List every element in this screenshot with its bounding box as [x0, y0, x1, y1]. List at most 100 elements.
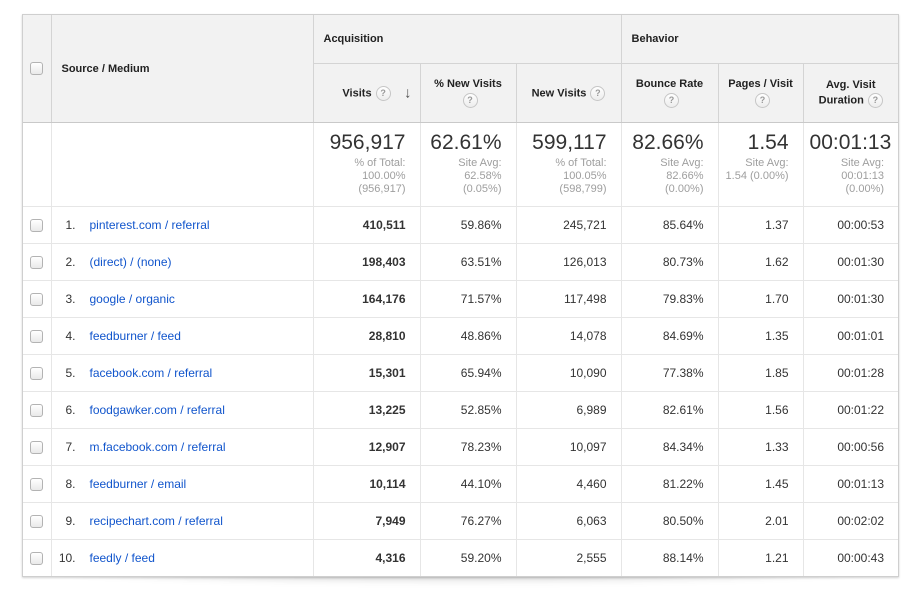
new-visits-cell: 6,989	[516, 392, 621, 429]
source-medium-cell: 10. feedly / feed	[51, 540, 313, 577]
bounce-rate-cell: 77.38%	[621, 355, 718, 392]
bounce-rate-cell: 84.69%	[621, 318, 718, 355]
row-checkbox-cell	[23, 540, 51, 577]
source-medium-link[interactable]: pinterest.com / referral	[90, 218, 210, 232]
row-checkbox[interactable]	[30, 256, 43, 269]
column-header-avg-visit-duration[interactable]: Avg. Visit Duration?	[803, 64, 898, 123]
summary-row: 956,917 % of Total: 100.00% (956,917) 62…	[23, 123, 898, 207]
row-checkbox[interactable]	[30, 478, 43, 491]
avg-visit-duration-cell: 00:00:43	[803, 540, 898, 577]
help-icon[interactable]: ?	[463, 93, 478, 108]
source-medium-cell: 5. facebook.com / referral	[51, 355, 313, 392]
summary-new-visits: 599,117 % of Total: 100.05% (598,799)	[516, 123, 621, 207]
row-rank: 6.	[54, 403, 76, 417]
select-all-checkbox[interactable]	[30, 62, 43, 75]
source-medium-link[interactable]: feedburner / feed	[90, 329, 181, 343]
avg-visit-duration-cell: 00:00:53	[803, 207, 898, 244]
pages-visit-cell: 1.37	[718, 207, 803, 244]
table-row: 2.(direct) / (none) 198,403 63.51% 126,0…	[23, 244, 898, 281]
row-checkbox-cell	[23, 355, 51, 392]
help-icon[interactable]: ?	[664, 93, 679, 108]
group-header-behavior: Behavior	[621, 15, 898, 64]
visits-cell: 12,907	[313, 429, 420, 466]
source-medium-link[interactable]: google / organic	[90, 292, 175, 306]
source-medium-cell: 9.recipechart.com / referral	[51, 503, 313, 540]
row-rank: 7.	[54, 440, 76, 454]
new-visits-cell: 126,013	[516, 244, 621, 281]
visits-cell: 13,225	[313, 392, 420, 429]
pages-visit-cell: 1.33	[718, 429, 803, 466]
column-header-pages-visit[interactable]: Pages / Visit ?	[718, 64, 803, 123]
row-checkbox-cell	[23, 281, 51, 318]
pct-new-visits-cell: 76.27%	[420, 503, 516, 540]
avg-visit-duration-cell: 00:01:30	[803, 281, 898, 318]
source-medium-link[interactable]: feedburner / email	[90, 477, 187, 491]
pct-new-visits-cell: 78.23%	[420, 429, 516, 466]
source-medium-cell: 4. feedburner / feed	[51, 318, 313, 355]
help-icon[interactable]: ?	[590, 86, 605, 101]
source-medium-cell: 6. foodgawker.com / referral	[51, 392, 313, 429]
row-checkbox[interactable]	[30, 219, 43, 232]
pct-new-visits-cell: 52.85%	[420, 392, 516, 429]
row-checkbox[interactable]	[30, 330, 43, 343]
pct-new-visits-cell: 71.57%	[420, 281, 516, 318]
column-header-bounce-rate[interactable]: Bounce Rate ?	[621, 64, 718, 123]
row-checkbox[interactable]	[30, 515, 43, 528]
row-rank: 3.	[54, 292, 76, 306]
row-checkbox-cell	[23, 392, 51, 429]
table-row: 6. foodgawker.com / referral 13,225 52.85…	[23, 392, 898, 429]
row-rank: 4.	[54, 329, 76, 343]
avg-visit-duration-cell: 00:01:28	[803, 355, 898, 392]
source-medium-link[interactable]: m.facebook.com / referral	[90, 440, 226, 454]
pct-new-visits-cell: 59.86%	[420, 207, 516, 244]
row-checkbox[interactable]	[30, 293, 43, 306]
pages-visit-cell: 1.35	[718, 318, 803, 355]
avg-visit-duration-cell: 00:02:02	[803, 503, 898, 540]
select-all-checkbox-cell	[23, 15, 51, 123]
source-medium-link[interactable]: (direct) / (none)	[90, 255, 172, 269]
row-checkbox-cell	[23, 318, 51, 355]
column-header-visits[interactable]: Visits? ↓	[313, 64, 420, 123]
visits-cell: 10,114	[313, 466, 420, 503]
source-medium-cell: 2.(direct) / (none)	[51, 244, 313, 281]
sort-descending-icon[interactable]: ↓	[404, 85, 412, 102]
row-checkbox-cell	[23, 207, 51, 244]
row-checkbox[interactable]	[30, 441, 43, 454]
pages-visit-cell: 1.45	[718, 466, 803, 503]
source-medium-link[interactable]: facebook.com / referral	[90, 366, 213, 380]
help-icon[interactable]: ?	[755, 93, 770, 108]
row-rank: 10.	[54, 551, 76, 565]
help-icon[interactable]: ?	[868, 93, 883, 108]
source-medium-link[interactable]: foodgawker.com / referral	[90, 403, 225, 417]
source-medium-link[interactable]: feedly / feed	[90, 551, 155, 565]
new-visits-cell: 10,090	[516, 355, 621, 392]
source-medium-cell: 7. m.facebook.com / referral	[51, 429, 313, 466]
avg-visit-duration-cell: 00:00:56	[803, 429, 898, 466]
bounce-rate-cell: 80.50%	[621, 503, 718, 540]
row-checkbox[interactable]	[30, 552, 43, 565]
source-medium-cell: 8. feedburner / email	[51, 466, 313, 503]
visits-cell: 28,810	[313, 318, 420, 355]
row-checkbox-cell	[23, 429, 51, 466]
help-icon[interactable]: ?	[376, 86, 391, 101]
row-rank: 8.	[54, 477, 76, 491]
source-medium-link[interactable]: recipechart.com / referral	[90, 514, 223, 528]
table-row: 5.facebook.com / referral 15,301 65.94% …	[23, 355, 898, 392]
row-rank: 5.	[54, 366, 76, 380]
row-checkbox[interactable]	[30, 404, 43, 417]
column-header-pct-new-visits[interactable]: % New Visits ?	[420, 64, 516, 123]
bounce-rate-cell: 79.83%	[621, 281, 718, 318]
avg-visit-duration-cell: 00:01:01	[803, 318, 898, 355]
summary-pct-new-visits: 62.61% Site Avg: 62.58% (0.05%)	[420, 123, 516, 207]
visits-cell: 15,301	[313, 355, 420, 392]
new-visits-cell: 245,721	[516, 207, 621, 244]
column-header-source-medium[interactable]: Source / Medium	[51, 15, 313, 123]
pct-new-visits-cell: 44.10%	[420, 466, 516, 503]
source-medium-label: Source / Medium	[62, 63, 150, 75]
bounce-rate-cell: 85.64%	[621, 207, 718, 244]
pages-visit-cell: 1.21	[718, 540, 803, 577]
visits-cell: 164,176	[313, 281, 420, 318]
summary-visits: 956,917 % of Total: 100.00% (956,917)	[313, 123, 420, 207]
column-header-new-visits[interactable]: New Visits?	[516, 64, 621, 123]
row-checkbox[interactable]	[30, 367, 43, 380]
